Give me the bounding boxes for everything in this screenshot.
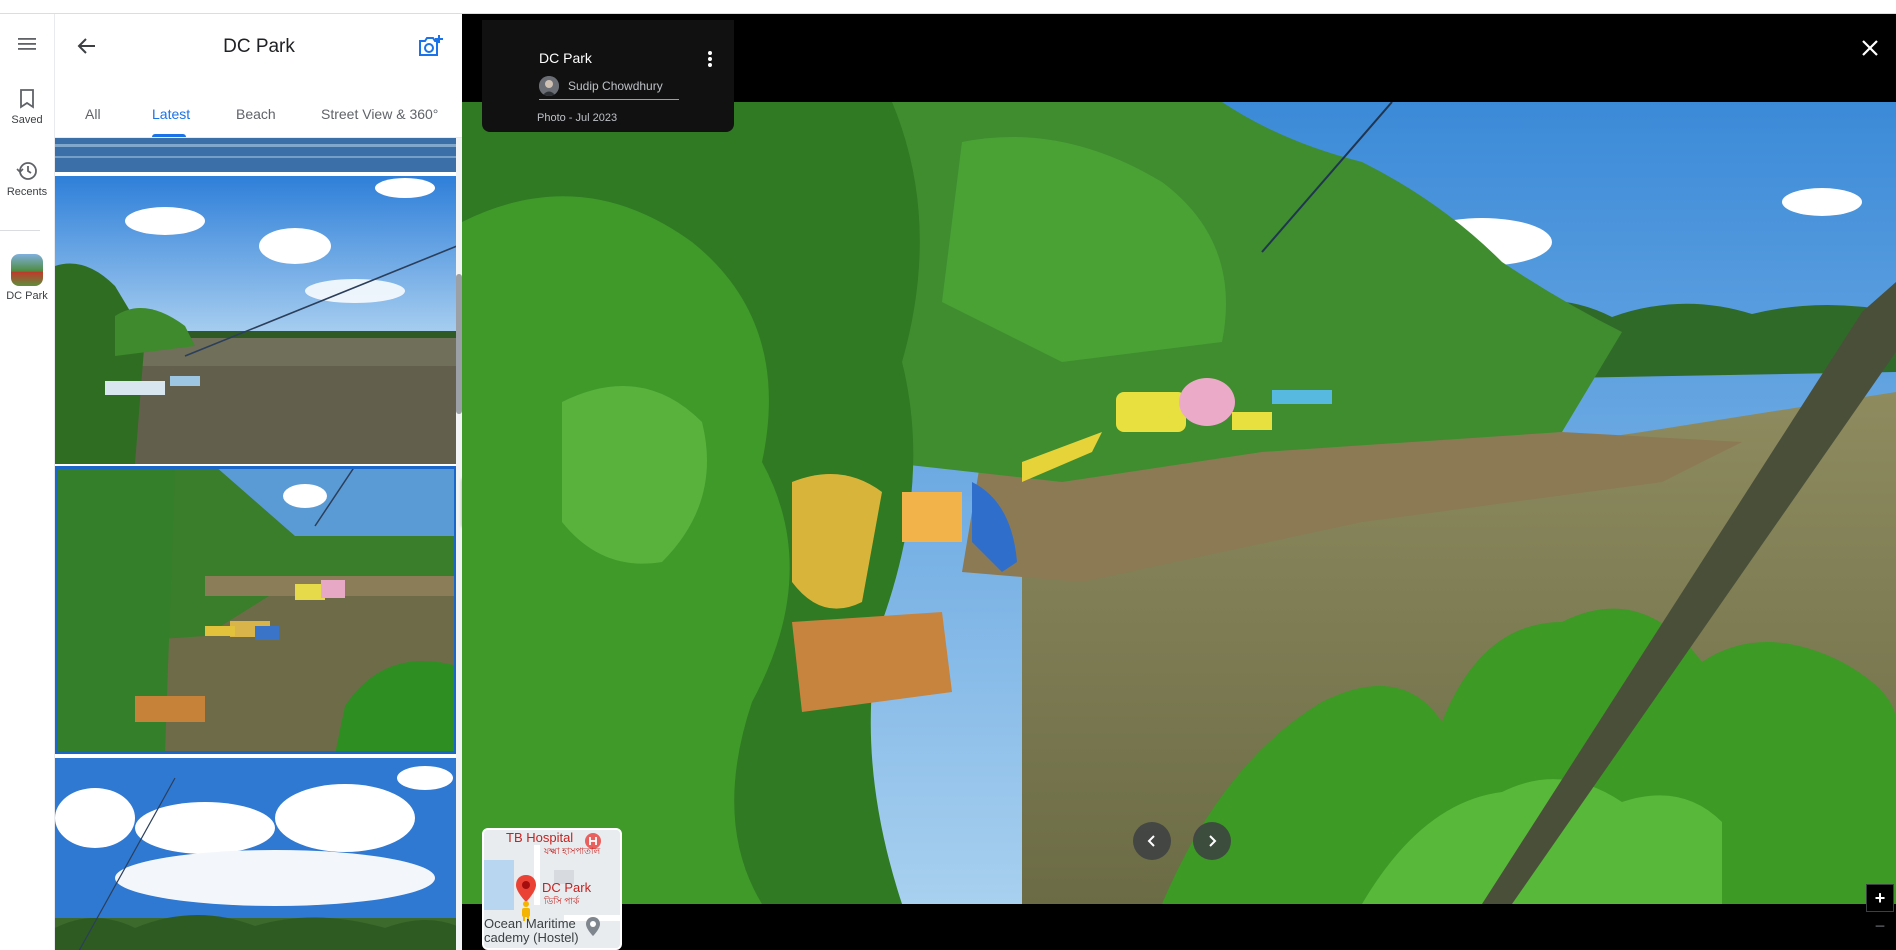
history-icon (16, 162, 37, 180)
panel-header: DC Park (55, 14, 463, 76)
zoom-out-label: − (1874, 915, 1886, 936)
photo-thumbnail-selected[interactable] (55, 466, 457, 754)
add-photo-button[interactable] (417, 34, 445, 60)
zoom-in-label: + (1874, 887, 1886, 908)
tab-beach[interactable]: Beach (236, 106, 276, 122)
place-thumbnail (11, 254, 43, 286)
photo-category-tabs: All Latest Beach Street View & 360° (55, 92, 463, 138)
recents-button[interactable]: Recents (0, 160, 54, 198)
hamburger-icon (18, 38, 36, 50)
photo-date: Photo - Jul 2023 (537, 112, 618, 124)
photo-thumbnail[interactable] (55, 758, 457, 950)
previous-photo-button[interactable] (1133, 822, 1171, 860)
map-label-park-bn: ডিসি পার্ক (544, 896, 580, 906)
saved-button[interactable]: Saved (0, 88, 54, 126)
active-tab-indicator (152, 134, 186, 137)
more-options-button[interactable] (702, 48, 718, 70)
viewer-bottom-bar (462, 904, 1896, 950)
tab-latest[interactable]: Latest (152, 106, 190, 122)
zoom-in-button[interactable]: + (1866, 884, 1894, 912)
recents-label: Recents (6, 186, 48, 198)
academy-marker-icon (586, 917, 600, 936)
add-photo-icon (419, 35, 443, 56)
close-icon (1862, 40, 1878, 56)
photos-panel: DC Park All Latest Beach Street View & 3… (54, 14, 463, 950)
map-label-hospital-bn: যক্ষ্মা হাসপাতাল (544, 846, 601, 856)
author-name[interactable]: Sudip Chowdhury (568, 79, 663, 93)
recent-place-dc-park[interactable]: DC Park (0, 254, 54, 302)
rail-divider (0, 230, 40, 231)
map-label-academy-line2: cademy (Hostel) (484, 930, 579, 945)
next-photo-button[interactable] (1193, 822, 1231, 860)
saved-label: Saved (11, 114, 43, 126)
photo-grid (55, 138, 463, 950)
location-minimap[interactable]: TB Hospital যক্ষ্মা হাসপাতাল DC Park ডিস… (482, 828, 622, 950)
photo-info-card: DC Park Sudip Chowdhury Photo - Jul 2023 (482, 20, 734, 132)
menu-button[interactable] (0, 36, 54, 52)
photo-thumbnail[interactable] (55, 176, 457, 464)
chevron-right-icon (1209, 835, 1217, 847)
map-label-academy-line1: Ocean Maritime (484, 916, 576, 931)
author-row[interactable]: Sudip Chowdhury (539, 74, 679, 100)
more-vert-icon (708, 51, 712, 67)
close-viewer-button[interactable] (1858, 36, 1882, 60)
map-label-hospital: TB Hospital (506, 830, 574, 845)
tab-street-view[interactable]: Street View & 360° (321, 106, 438, 122)
zoom-out-button[interactable]: − (1866, 914, 1894, 938)
browser-top-strip (0, 0, 1896, 14)
main-photo[interactable] (462, 102, 1896, 904)
photo-thumbnail[interactable] (55, 138, 457, 172)
chevron-left-icon (1147, 835, 1155, 847)
photo-place-title[interactable]: DC Park (539, 50, 592, 66)
photo-viewer: DC Park Sudip Chowdhury Photo - Jul 2023 (462, 14, 1896, 950)
author-avatar (539, 76, 559, 96)
left-rail: Saved Recents DC Park (0, 14, 54, 950)
bookmark-icon (20, 89, 34, 109)
recent-place-label: DC Park (6, 290, 48, 302)
panel-title: DC Park (223, 36, 295, 57)
tab-all[interactable]: All (85, 106, 101, 122)
map-label-park: DC Park (542, 880, 592, 895)
